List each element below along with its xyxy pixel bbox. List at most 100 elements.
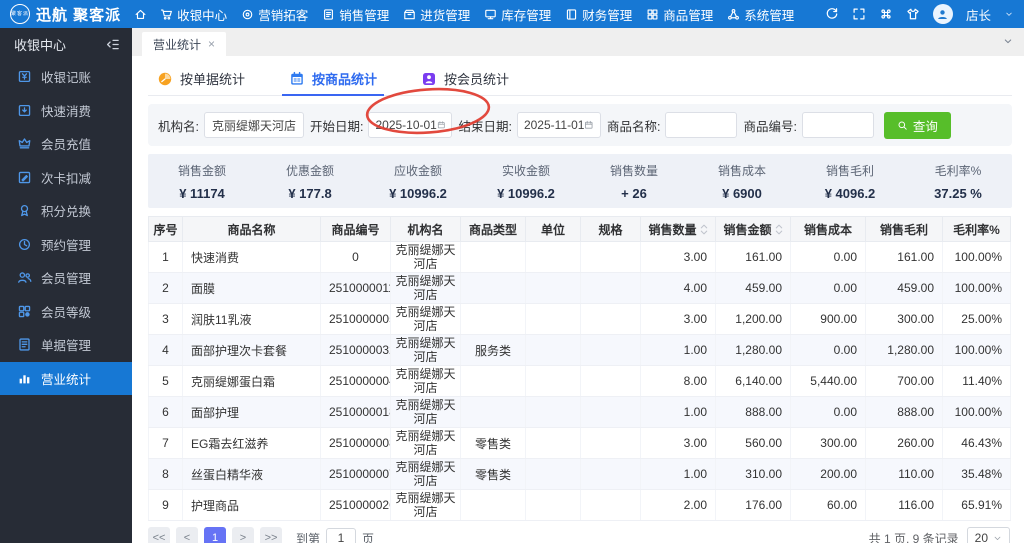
- sort-icon[interactable]: [775, 223, 783, 236]
- sidebar-item-2[interactable]: 会员充值: [0, 127, 132, 161]
- content-panel: 按单据统计 按商品统计 按会员统计 机构名: 克丽缇娜天河店 开始日期: 202…: [132, 56, 1024, 543]
- topbar-menu: 收银中心 营销拓客 销售管理 进货管理 库存管理 财务管理 商品管理 系统管理: [160, 5, 794, 24]
- page-number-button[interactable]: 1: [204, 527, 226, 543]
- table-row[interactable]: 5 克丽缇娜蛋白霜 2510000004 克丽缇娜天河店 8.00 6,140.00 5,4…: [148, 365, 1011, 397]
- start-date-input[interactable]: 2025-10-01: [368, 112, 453, 138]
- column-header-6[interactable]: 规格: [580, 216, 641, 242]
- table-row[interactable]: 7 EG霜去红滋养 2510000008 克丽缇娜天河店 零售类 3.00 560.00 30…: [148, 427, 1011, 459]
- refresh-icon[interactable]: [825, 7, 839, 21]
- org-select[interactable]: 克丽缇娜天河店: [203, 112, 304, 138]
- sidebar-item-4[interactable]: 积分兑换: [0, 194, 132, 228]
- sidebar-item-6[interactable]: 会员管理: [0, 261, 132, 295]
- cell-r8-c6: [580, 489, 641, 521]
- cash-register-icon: [17, 69, 32, 84]
- cell-r3-c10: 1,280.00: [865, 334, 943, 366]
- table-row[interactable]: 4 面部护理次卡套餐 2510000032 克丽缇娜天河店 服务类 1.00 1,280.0…: [148, 334, 1011, 366]
- tab-0[interactable]: 按单据统计: [150, 62, 252, 95]
- goto-page-input[interactable]: [326, 527, 357, 543]
- user-role-label[interactable]: 店长: [966, 5, 991, 24]
- close-tab-icon[interactable]: ×: [208, 38, 215, 50]
- cell-r0-c3: 克丽缇娜天河店: [390, 241, 461, 273]
- column-header-0[interactable]: 序号: [148, 216, 183, 242]
- table-row[interactable]: 3 润肤11乳液 2510000005 克丽缇娜天河店 3.00 1,200.00 900.…: [148, 303, 1011, 335]
- window-tab-business-stats[interactable]: 营业统计 ×: [142, 32, 227, 56]
- column-header-8[interactable]: 销售金额: [715, 216, 791, 242]
- topbar-menu-item-1[interactable]: 营销拓客: [241, 5, 308, 24]
- tab-2[interactable]: 按会员统计: [414, 62, 516, 95]
- topbar-menu-item-3[interactable]: 进货管理: [403, 5, 470, 24]
- cell-r1-c0: 2: [148, 272, 183, 304]
- cell-r8-c0: 9: [148, 489, 183, 521]
- table-row[interactable]: 9 护理商品 2510000026 克丽缇娜天河店 2.00 176.00 60.00 116…: [148, 489, 1011, 521]
- cell-r8-c3: 克丽缇娜天河店: [390, 489, 461, 521]
- cell-r2-c9: 900.00: [790, 303, 866, 335]
- column-header-3[interactable]: 机构名: [390, 216, 461, 242]
- end-date-input[interactable]: 2025-11-01: [516, 112, 601, 138]
- sort-icon[interactable]: [700, 223, 708, 236]
- summary-cell-0: 销售金额 ¥ 11174: [177, 163, 226, 201]
- cell-r7-c5: [525, 458, 581, 490]
- column-header-7[interactable]: 销售数量: [640, 216, 716, 242]
- sidebar-item-7[interactable]: 会员等级: [0, 295, 132, 329]
- topbar-menu-item-7[interactable]: 系统管理: [727, 5, 794, 24]
- column-header-11[interactable]: 毛利率%: [942, 216, 1011, 242]
- cell-r5-c1: 面部护理: [182, 396, 321, 428]
- search-button[interactable]: 查询: [883, 111, 951, 139]
- tab-strip-chevron-down-icon[interactable]: [1002, 35, 1014, 47]
- cell-r0-c11: 100.00%: [942, 241, 1011, 273]
- page-next-button[interactable]: >: [232, 527, 254, 543]
- cell-r4-c1: 克丽缇娜蛋白霜: [182, 365, 321, 397]
- appointment-icon: [17, 237, 32, 252]
- sidebar-item-3[interactable]: 次卡扣减: [0, 161, 132, 195]
- product-code-input[interactable]: [801, 112, 874, 138]
- chevron-down-icon[interactable]: [1004, 9, 1014, 19]
- product-name-input[interactable]: [665, 112, 738, 138]
- cell-r6-c1: EG霜去红滋养: [182, 427, 321, 459]
- cell-r4-c8: 6,140.00: [715, 365, 791, 397]
- menu-collapse-icon[interactable]: [105, 37, 120, 52]
- cell-r4-c4: [460, 365, 526, 397]
- topbar-menu-item-2[interactable]: 销售管理: [322, 5, 389, 24]
- page-prev-button[interactable]: <: [176, 527, 198, 543]
- cell-r8-c7: 2.00: [640, 489, 716, 521]
- fullscreen-icon[interactable]: [852, 7, 866, 21]
- cell-r1-c2: 2510000011: [320, 272, 391, 304]
- sidebar-item-9[interactable]: 营业统计: [0, 361, 132, 395]
- avatar[interactable]: [932, 4, 953, 24]
- column-header-1[interactable]: 商品名称: [182, 216, 321, 242]
- column-header-9[interactable]: 销售成本: [790, 216, 866, 242]
- cell-r4-c3: 克丽缇娜天河店: [390, 365, 461, 397]
- column-header-4[interactable]: 商品类型: [460, 216, 526, 242]
- table-row[interactable]: 6 面部护理 2510000018 克丽缇娜天河店 1.00 888.00 0.00 888.…: [148, 396, 1011, 428]
- table-row[interactable]: 8 丝蛋白精华液 2510000007 克丽缇娜天河店 零售类 1.00 310.00 200…: [148, 458, 1011, 490]
- cell-r3-c11: 100.00%: [942, 334, 1011, 366]
- page-last-button[interactable]: >>: [260, 527, 282, 543]
- page-size-select[interactable]: 20: [966, 527, 1010, 543]
- column-header-5[interactable]: 单位: [525, 216, 581, 242]
- tab-1[interactable]: 按商品统计: [282, 62, 385, 96]
- column-header-2[interactable]: 商品编号: [320, 216, 391, 242]
- sidebar-item-8[interactable]: 单据管理: [0, 328, 132, 362]
- home-icon[interactable]: [134, 8, 147, 21]
- table-row[interactable]: 1 快速消费 0 克丽缇娜天河店 3.00 161.00 0.00 161.00 100.00%: [148, 241, 1011, 273]
- sidebar-item-0[interactable]: 收银记账: [0, 60, 132, 94]
- page-first-button[interactable]: <<: [148, 527, 170, 543]
- topbar-menu-item-5[interactable]: 财务管理: [565, 5, 632, 24]
- cell-r2-c4: [460, 303, 526, 335]
- cell-r1-c5: [525, 272, 581, 304]
- member-level-icon: [17, 304, 32, 319]
- cell-r8-c1: 护理商品: [182, 489, 321, 521]
- command-icon[interactable]: [879, 7, 893, 21]
- sidebar-item-1[interactable]: 快速消费: [0, 94, 132, 128]
- column-header-10[interactable]: 销售毛利: [865, 216, 943, 242]
- cell-r7-c7: 1.00: [640, 458, 716, 490]
- topbar-menu-item-6[interactable]: 商品管理: [646, 5, 713, 24]
- cell-r2-c7: 3.00: [640, 303, 716, 335]
- cell-r5-c11: 100.00%: [942, 396, 1011, 428]
- topbar-menu-item-0[interactable]: 收银中心: [160, 5, 227, 24]
- clothes-icon[interactable]: [906, 7, 920, 21]
- sidebar-item-5[interactable]: 预约管理: [0, 228, 132, 262]
- table-row[interactable]: 2 面膜 2510000011 克丽缇娜天河店 4.00 459.00 0.00 459.00…: [148, 272, 1011, 304]
- goto-page-suffix: 页: [362, 531, 375, 543]
- topbar-menu-item-4[interactable]: 库存管理: [484, 5, 551, 24]
